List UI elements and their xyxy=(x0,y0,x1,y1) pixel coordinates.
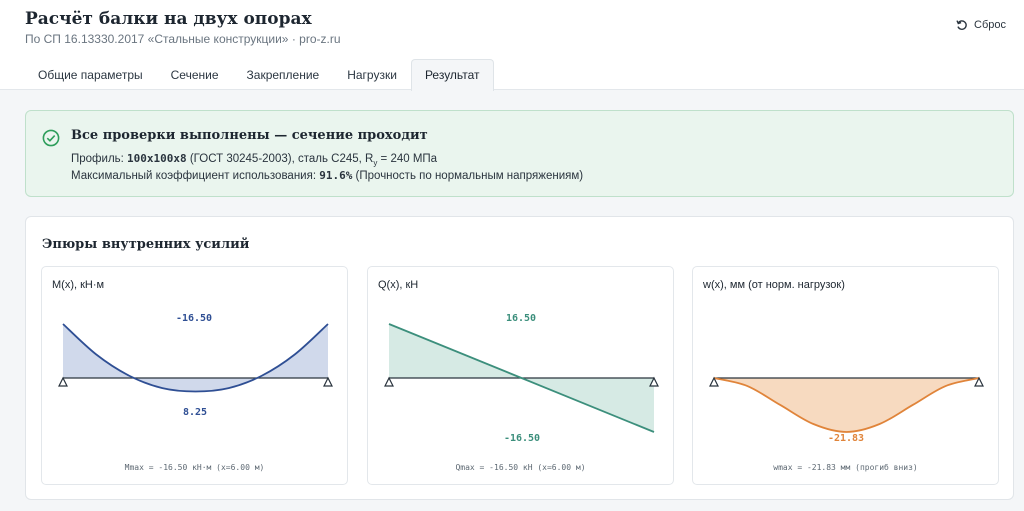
diagrams-card: Эпюры внутренних усилий M(x), кН·м -16.5… xyxy=(25,216,1014,500)
profile-value: 100x100x8 xyxy=(127,152,187,165)
success-alert: Все проверки выполнены — сечение проходи… xyxy=(25,110,1014,197)
alert-title: Все проверки выполнены — сечение проходи… xyxy=(71,128,428,143)
profile-line: Профиль: 100x100x8 (ГОСТ 30245-2003), ст… xyxy=(71,152,437,167)
profile-prefix: Профиль: xyxy=(71,153,128,165)
check-circle-icon xyxy=(42,129,60,147)
reset-icon xyxy=(956,20,967,31)
shear-diagram: Q(x), кН 16.50 -16.50 Qmax = -16.50 кН (x… xyxy=(367,266,674,485)
tab-general[interactable]: Общие параметры xyxy=(24,59,157,90)
moment-area xyxy=(63,324,328,392)
deflection-footer: wmax = -21.83 мм (прогиб вниз) xyxy=(773,463,918,472)
page-subtitle: По СП 16.13330.2017 «Стальные конструкци… xyxy=(25,32,341,46)
profile-suffix: (ГОСТ 30245-2003), сталь С245, R xyxy=(186,153,374,165)
reset-button[interactable]: Сброс xyxy=(956,19,1006,31)
coef-prefix: Максимальный коэффициент использования: xyxy=(71,170,320,182)
tab-loads[interactable]: Нагрузки xyxy=(333,59,411,90)
left-support-icon xyxy=(384,376,394,387)
deflection-chart: -21.83 xyxy=(709,376,984,444)
deflection-diagram: w(x), мм (от норм. нагрузок) -21.83 wmax… xyxy=(692,266,999,485)
tab-section[interactable]: Сечение xyxy=(157,59,233,90)
shear-chart: 16.50 -16.50 xyxy=(384,313,659,444)
coef-value: 91.6% xyxy=(319,169,353,182)
deflection-area xyxy=(714,378,979,432)
moment-chart: -16.50 8.25 xyxy=(58,313,333,418)
moment-value-label: 8.25 xyxy=(183,407,207,418)
shear-value-label: 16.50 xyxy=(506,313,536,324)
shear-footer: Qmax = -16.50 кН (x=6.00 м) xyxy=(455,463,586,472)
coef-line: Максимальный коэффициент использования: … xyxy=(71,169,583,182)
moment-value-label: -16.50 xyxy=(176,313,212,324)
app-header: Расчёт балки на двух опорах По СП 16.133… xyxy=(0,0,1024,91)
diagrams-title: Эпюры внутренних усилий xyxy=(42,237,250,252)
deflection-value-label: -21.83 xyxy=(828,433,864,444)
moment-footer: Mmax = -16.50 кН·м (x=6.00 м) xyxy=(124,463,265,472)
left-support-icon xyxy=(58,376,68,387)
moment-diagram: M(x), кН·м -16.50 8.25 Mmax = -16.50 кН·м… xyxy=(41,266,348,485)
tab-fixing[interactable]: Закрепление xyxy=(233,59,334,90)
coef-suffix: (Прочность по нормальным напряжениям) xyxy=(352,170,584,182)
tab-bar: Общие параметры Сечение Закрепление Нагр… xyxy=(24,59,494,91)
tab-result[interactable]: Результат xyxy=(410,59,494,91)
right-support-icon xyxy=(323,376,333,387)
profile-strength: = 240 МПа xyxy=(377,153,438,165)
shear-value-label: -16.50 xyxy=(504,433,540,444)
reset-label: Сброс xyxy=(974,19,1006,31)
page-title: Расчёт балки на двух опорах xyxy=(25,9,312,29)
